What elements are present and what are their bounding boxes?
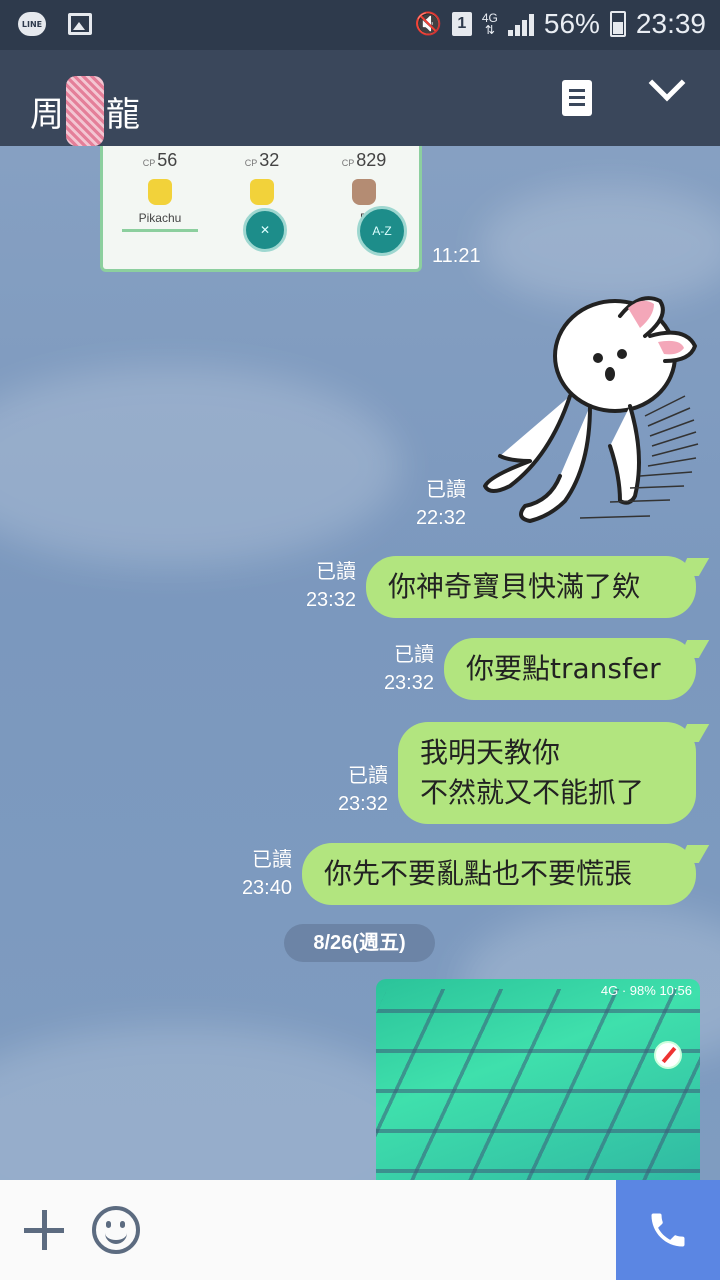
image-message[interactable]: 4G · 98% 10:56 <box>376 979 700 1180</box>
message-bubble[interactable]: 我明天教你 不然就又不能抓了 <box>398 722 696 824</box>
call-button[interactable] <box>616 1180 720 1280</box>
pikachu-icon <box>250 179 274 205</box>
message-time: 11:21 <box>432 245 481 267</box>
input-bar <box>0 1180 720 1280</box>
redaction-mark <box>66 76 104 146</box>
title-last-char: 龍 <box>106 94 140 135</box>
message-meta: 已讀 23:40 <box>241 849 292 899</box>
pikachu-icon <box>148 179 172 205</box>
message-meta: 已讀 22:32 <box>415 479 466 529</box>
message-bubble[interactable]: 你神奇寶貝快滿了欸 <box>366 556 696 618</box>
title-first-char: 周 <box>30 94 64 135</box>
message-meta: 已讀 23:32 <box>305 561 356 611</box>
sim-icon: 1 <box>451 12 472 36</box>
network-type: 4G ⇅ <box>481 11 498 37</box>
vibrate-mute-icon: 🔇 <box>414 11 442 36</box>
notes-icon[interactable] <box>562 80 592 116</box>
message-meta: 已讀 23:32 <box>337 765 388 815</box>
line-icon: LINE <box>18 12 46 36</box>
plus-icon[interactable] <box>24 1210 64 1250</box>
message-meta: 已讀 23:32 <box>383 644 434 694</box>
date-divider: 8/26(週五) <box>284 924 435 962</box>
battery-icon <box>609 11 626 37</box>
compass-icon <box>654 1041 682 1069</box>
clock: 23:39 <box>635 8 706 39</box>
chat-header: 周 龍 <box>0 50 720 146</box>
message-bubble[interactable]: 你要點transfer <box>444 638 696 700</box>
gallery-icon <box>68 13 92 35</box>
bunny-sticker[interactable] <box>470 296 710 536</box>
chat-area[interactable]: CP56 Pikachu CP32 P CP829 P ✕ A-Z 11:21 … <box>0 146 720 1180</box>
screenshot-status: 4G · 98% 10:56 <box>600 983 692 998</box>
pokemon-card: CP 56 Pikachu <box>115 150 205 232</box>
status-bar: LINE 🔇 1 4G ⇅ 56% 23:39 <box>0 0 720 50</box>
phone-icon <box>651 1213 685 1247</box>
chat-title[interactable]: 周 龍 <box>30 76 140 146</box>
sort-button: A-Z <box>357 206 407 256</box>
battery-percent: 56% <box>543 8 600 39</box>
signal-icon <box>507 12 534 36</box>
emoji-icon[interactable] <box>92 1206 140 1254</box>
chevron-down-icon[interactable] <box>648 64 686 102</box>
message-bubble[interactable]: 你先不要亂點也不要慌張 <box>302 843 696 905</box>
pinsir-icon <box>352 179 376 205</box>
close-icon: ✕ <box>243 208 287 252</box>
image-message[interactable]: CP56 Pikachu CP32 P CP829 P ✕ A-Z <box>100 146 422 272</box>
